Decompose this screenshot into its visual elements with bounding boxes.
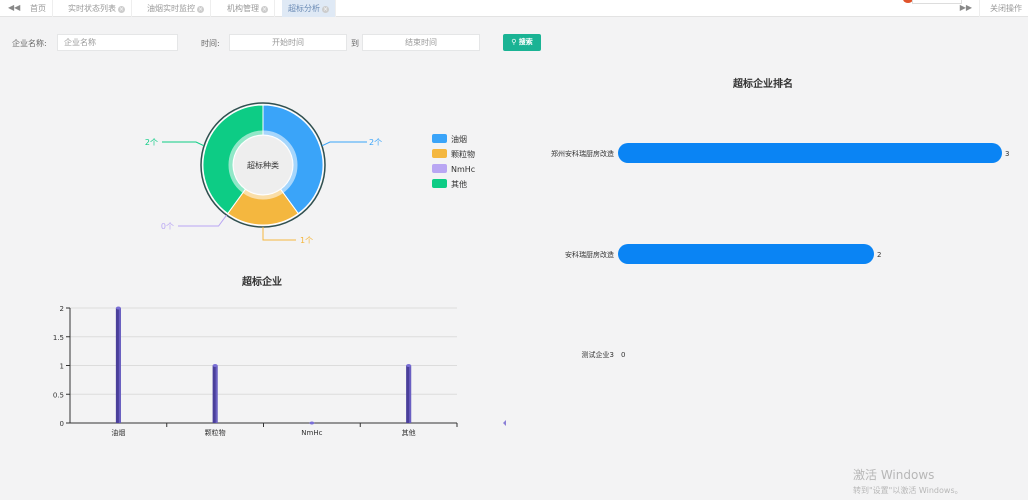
slice-label: 1个 (300, 236, 313, 245)
leader-line (262, 227, 296, 241)
tab-org-manage[interactable]: 机构管理 × (221, 0, 275, 17)
x-tick-label: 其他 (402, 428, 416, 437)
bar-cap (212, 364, 218, 367)
watermark-line2: 转到"设置"以激活 Windows。 (853, 486, 963, 495)
ranking-label: 测试企业3 (582, 350, 614, 359)
dropdown-edge (912, 0, 962, 4)
search-form: 企业名称: 企业名称 时间: 开始时间 到 结束时间 ⚲ 搜索 (0, 32, 1028, 54)
company-label: 企业名称: (12, 39, 47, 48)
search-button-label: 搜索 (518, 38, 533, 46)
to-label: 到 (351, 39, 359, 48)
ranking-label: 郑州安科瑞厨房改造 (551, 149, 614, 158)
y-tick-label: 1.5 (53, 334, 64, 342)
leader-line (321, 141, 367, 147)
bar-highlight (409, 365, 412, 423)
bar-highlight (118, 308, 121, 423)
search-icon: ⚲ (511, 38, 517, 46)
tab-label: 首页 (30, 4, 46, 13)
leader-line (178, 214, 227, 227)
bar-cap (309, 421, 315, 425)
ranking-value: 2 (877, 251, 881, 259)
ranking-value: 3 (1005, 150, 1009, 158)
tab-label: 超标分析 (288, 4, 320, 13)
leader-line (162, 141, 205, 147)
search-button[interactable]: ⚲ 搜索 (503, 34, 541, 51)
ranking-bar-chart: 郑州安科瑞厨房改造 3 安科瑞厨房改造 2 测试企业3 0 (551, 143, 1009, 359)
ranking-bar (618, 244, 874, 264)
slice-label: 2个 (369, 138, 382, 147)
scroll-arrow-icon (503, 420, 506, 426)
start-time-input[interactable]: 开始时间 (229, 34, 347, 51)
tab-exceed-analysis[interactable]: 超标分析 × (282, 0, 336, 17)
slice-label: 2个 (145, 138, 158, 147)
ranking-bar (618, 143, 1002, 163)
tab-smoke-monitor[interactable]: 油烟实时监控 × (141, 0, 211, 17)
legend-label: 其他 (451, 179, 467, 189)
ranking-label: 安科瑞厨房改造 (565, 250, 614, 259)
close-operations-button[interactable]: 关闭操作 (979, 0, 1028, 17)
y-tick-label: 2 (60, 305, 64, 313)
tab-realtime-status[interactable]: 实时状态列表 × (62, 0, 132, 17)
legend-swatch (432, 179, 447, 188)
donut-center-label: 超标种类 (247, 160, 279, 170)
scroll-right-icon[interactable]: ▶▶ (960, 3, 972, 12)
legend-swatch (432, 149, 447, 158)
x-tick-label: NmHc (301, 429, 322, 437)
tab-home[interactable]: 首页 (24, 0, 53, 17)
legend-label: 颗粒物 (451, 149, 475, 159)
y-tick-label: 0.5 (53, 391, 64, 399)
legend-swatch (432, 134, 447, 143)
tab-label: 实时状态列表 (68, 4, 116, 13)
company-input[interactable]: 企业名称 (57, 34, 178, 51)
tab-label: 油烟实时监控 (147, 4, 195, 13)
scroll-left-icon[interactable]: ◀◀ (8, 3, 20, 12)
slice-label: 0个 (161, 222, 174, 231)
bar-highlight (215, 365, 218, 423)
watermark-line1: 激活 Windows (853, 468, 935, 482)
close-icon[interactable]: × (197, 6, 204, 13)
legend-swatch (432, 164, 447, 173)
exceed-company-bar-chart: 0 0.5 1 1.5 2 油烟 颗粒物 NmHc 其他 (53, 305, 506, 437)
bar-cap (406, 364, 412, 367)
end-time-input[interactable]: 结束时间 (362, 34, 480, 51)
close-icon[interactable]: × (322, 6, 329, 13)
bar-cap (115, 306, 121, 310)
ranking-chart-title: 超标企业排名 (733, 79, 793, 90)
windows-activation-watermark: 激活 Windows 转到"设置"以激活 Windows。 (853, 466, 963, 496)
close-icon[interactable]: × (118, 6, 125, 13)
y-tick-label: 0 (60, 420, 64, 428)
x-tick-label: 油烟 (111, 428, 125, 437)
bar-chart-title: 超标企业 (242, 277, 282, 288)
legend-label: NmHc (451, 165, 475, 174)
time-label: 时间: (201, 39, 220, 48)
tab-bar: ◀◀ 首页 实时状态列表 × 油烟实时监控 × 机构管理 × 超标分析 × ▶▶ 关闭操… (0, 0, 1028, 17)
x-tick-label: 颗粒物 (205, 428, 226, 437)
y-tick-label: 1 (60, 363, 64, 371)
tab-label: 机构管理 (227, 4, 259, 13)
close-icon[interactable]: × (261, 6, 268, 13)
ranking-value: 0 (621, 351, 625, 359)
legend-label: 油烟 (451, 134, 467, 144)
